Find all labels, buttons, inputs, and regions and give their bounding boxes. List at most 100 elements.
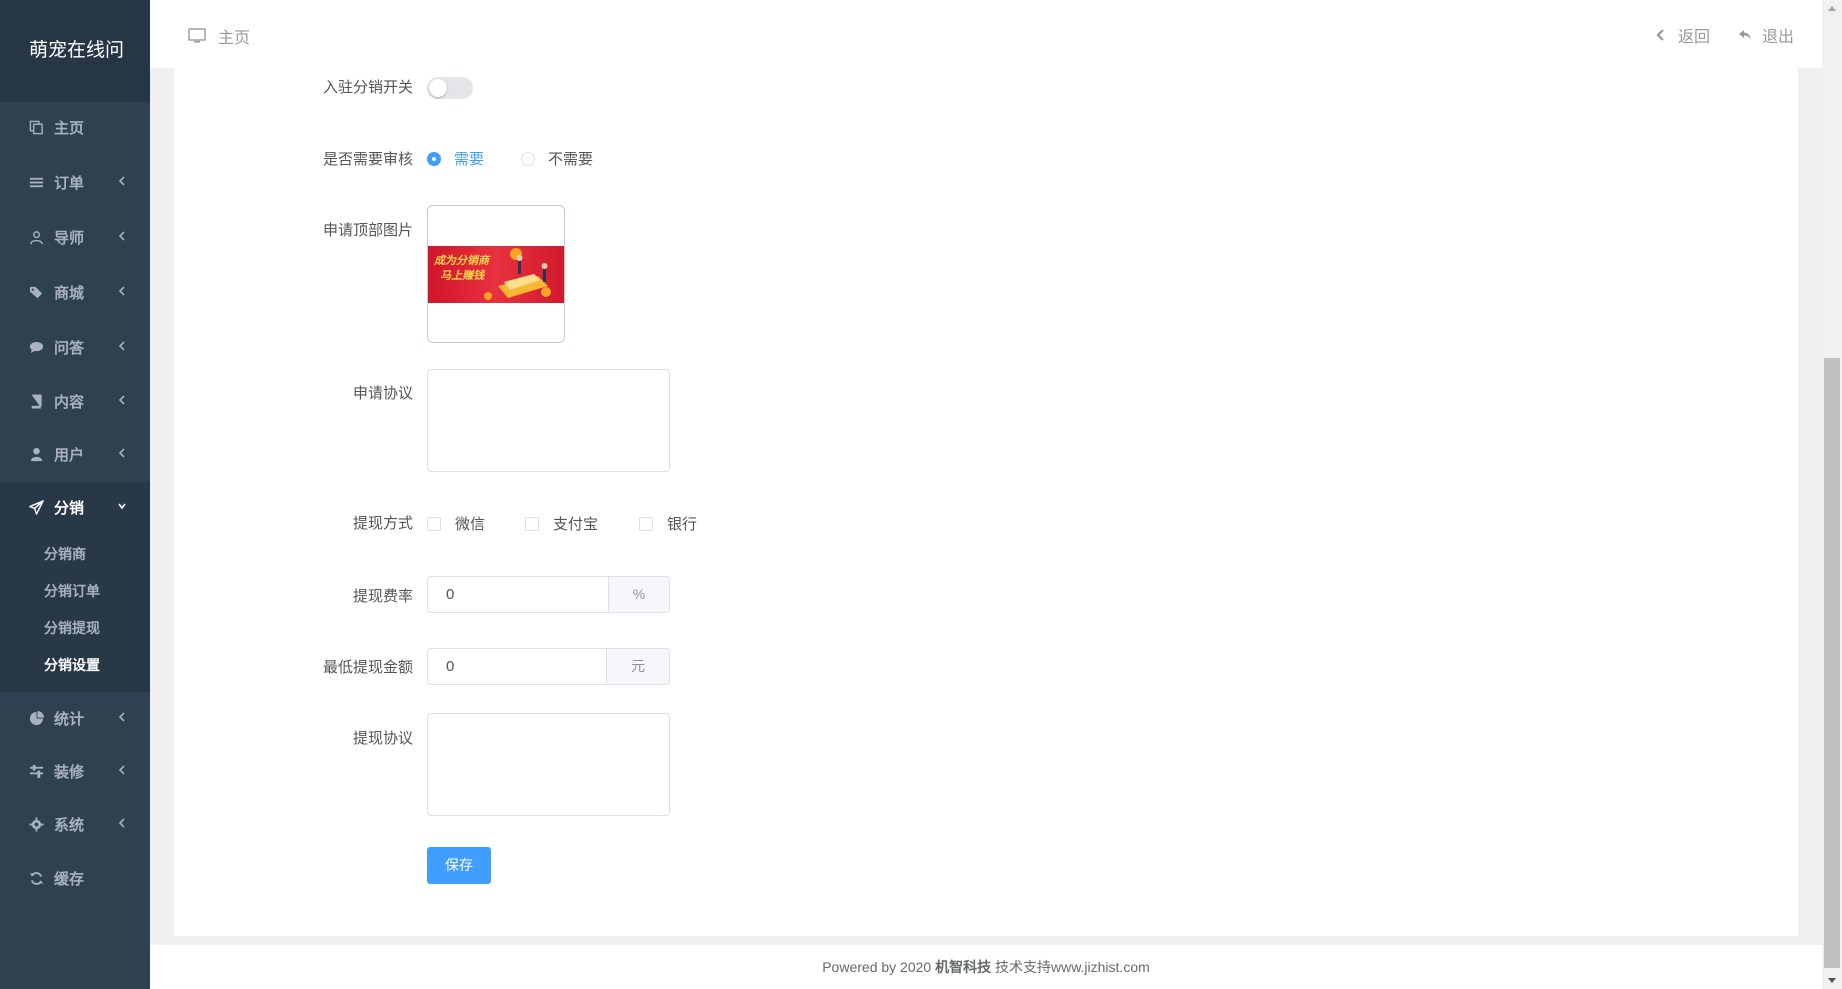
radio-label: 不需要 [548, 151, 594, 168]
logout-button[interactable]: 退出 [1738, 23, 1794, 47]
sidebar-item-content[interactable]: 内容 [0, 381, 150, 421]
checkbox [639, 516, 653, 531]
gear-icon [28, 816, 44, 832]
checkbox-label: 支付宝 [553, 516, 599, 533]
chevron-left-icon [118, 286, 125, 296]
withdraw-method-wechat[interactable]: 微信 [427, 513, 485, 534]
breadcrumb-home: 主页 [218, 30, 251, 47]
chevron-left-icon [118, 818, 125, 828]
scroll-down-arrow[interactable] [1828, 978, 1836, 983]
footer: Powered by 2020 机智科技 技术支持www.jizhist.com [150, 945, 1822, 989]
sidebar-item-system[interactable]: 系统 [0, 804, 150, 844]
sidebar-item-label: 主页 [54, 119, 85, 137]
sub-item-distribution-settings[interactable]: 分销设置 [44, 655, 100, 675]
switch-knob [429, 79, 447, 97]
pie-chart-icon [28, 710, 44, 726]
sidebar-item-label: 内容 [54, 393, 85, 411]
fee-rate-input[interactable]: 0 [428, 577, 608, 612]
back-button[interactable]: 返回 [1654, 23, 1710, 47]
sub-item-distribution-withdraw[interactable]: 分销提现 [44, 618, 100, 638]
checkbox-label: 微信 [455, 516, 486, 533]
sliders-icon [28, 763, 44, 779]
footer-suffix: 技术支持www.jizhist.com [994, 959, 1150, 975]
paper-plane-icon [28, 499, 44, 515]
tags-icon [28, 284, 44, 300]
sidebar-item-mentors[interactable]: 导师 [0, 217, 150, 257]
sidebar-item-label: 缓存 [54, 870, 85, 888]
banner-image: 成为分销商 马上赚钱 [428, 246, 564, 303]
sidebar-item-distribution[interactable]: 分销 [0, 487, 150, 527]
sidebar-item-home[interactable]: 主页 [0, 107, 150, 147]
sub-item-distributors[interactable]: 分销商 [44, 544, 86, 564]
chevron-left-icon [118, 712, 125, 722]
save-button[interactable]: 保存 [427, 847, 491, 884]
radio-label: 需要 [454, 151, 485, 168]
min-amount-field: 0 元 [427, 648, 670, 685]
sidebar-item-label: 商城 [54, 284, 85, 302]
settings-panel [174, 68, 1798, 936]
fee-rate-label: 提现费率 [352, 588, 413, 605]
fee-rate-field: 0 % [427, 576, 670, 613]
withdraw-agreement-textarea[interactable] [427, 713, 670, 816]
refresh-icon [28, 870, 44, 886]
chevron-left-icon [118, 341, 125, 351]
comment-icon [28, 339, 44, 355]
withdraw-method-bank[interactable]: 银行 [639, 513, 697, 534]
page-scrollbar[interactable] [1822, 0, 1842, 989]
chevron-left-icon [118, 231, 125, 241]
sidebar-item-decorate[interactable]: 装修 [0, 751, 150, 791]
agreement-textarea[interactable] [427, 369, 670, 472]
review-radio-not-required[interactable]: 不需要 [521, 148, 593, 169]
radio-dot [427, 151, 441, 166]
withdraw-agreement-label: 提现协议 [352, 730, 413, 747]
top-bar: 主页 返回 退出 [150, 0, 1822, 68]
brand-title: 萌宠在线问 [0, 0, 150, 102]
logout-label: 退出 [1761, 29, 1794, 46]
sidebar-item-label: 导师 [54, 229, 85, 247]
sidebar-item-label: 问答 [54, 339, 85, 357]
chevron-left-icon [118, 176, 125, 186]
user-icon [28, 446, 44, 462]
sidebar-item-stats[interactable]: 统计 [0, 698, 150, 738]
back-label: 返回 [1677, 29, 1710, 46]
sidebar-item-cache[interactable]: 缓存 [0, 858, 150, 898]
sidebar-item-orders[interactable]: 订单 [0, 162, 150, 202]
book-icon [28, 393, 44, 409]
switch-label: 入驻分销开关 [322, 79, 413, 96]
withdraw-method-label: 提现方式 [352, 515, 413, 532]
user-outline-icon [28, 229, 44, 245]
sidebar-item-label: 装修 [54, 763, 85, 781]
scroll-up-arrow[interactable] [1828, 6, 1836, 11]
review-label: 是否需要审核 [322, 151, 413, 168]
min-amount-input[interactable]: 0 [428, 649, 606, 684]
image-uploader[interactable]: 成为分销商 马上赚钱 [427, 205, 565, 343]
breadcrumb[interactable]: 主页 [188, 24, 250, 48]
sub-item-distribution-orders[interactable]: 分销订单 [44, 581, 100, 601]
min-amount-unit: 元 [606, 649, 669, 684]
footer-company: 机智科技 [935, 959, 992, 975]
distribution-switch[interactable] [427, 77, 473, 99]
chevron-left-icon [1656, 29, 1664, 41]
footer-prefix: Powered by 2020 [822, 959, 932, 975]
sidebar-item-mall[interactable]: 商城 [0, 272, 150, 312]
agreement-label: 申请协议 [352, 385, 413, 402]
checkbox [427, 516, 441, 531]
review-radio-required[interactable]: 需要 [427, 148, 484, 169]
sidebar-item-qa[interactable]: 问答 [0, 327, 150, 367]
withdraw-method-alipay[interactable]: 支付宝 [525, 513, 598, 534]
top-actions: 返回 退出 [1654, 23, 1794, 47]
banner-text: 成为分销商 马上赚钱 [434, 255, 489, 282]
radio-dot [521, 151, 535, 166]
list-icon [28, 174, 44, 190]
copy-icon [28, 119, 44, 135]
chevron-left-icon [118, 395, 125, 405]
checkbox [525, 516, 539, 531]
monitor-icon [188, 28, 206, 43]
chevron-left-icon [118, 765, 125, 775]
fee-rate-unit: % [608, 577, 669, 612]
sidebar-item-label: 系统 [54, 816, 85, 834]
sidebar-item-users[interactable]: 用户 [0, 434, 150, 474]
sidebar-item-label: 用户 [54, 446, 85, 464]
checkbox-label: 银行 [667, 516, 698, 533]
scroll-thumb[interactable] [1824, 358, 1840, 968]
